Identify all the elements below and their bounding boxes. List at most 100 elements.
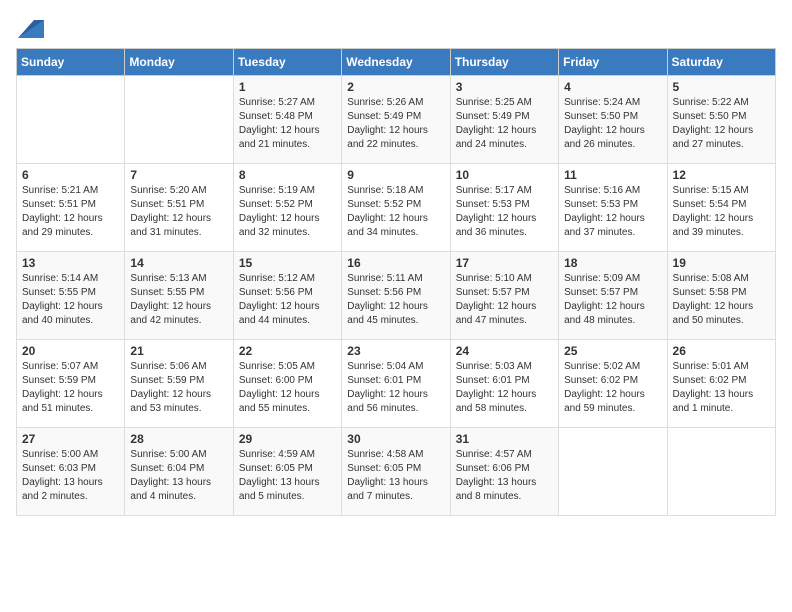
- calendar-cell: [667, 428, 775, 516]
- column-header-friday: Friday: [559, 49, 667, 76]
- cell-content: Sunrise: 5:20 AMSunset: 5:51 PMDaylight:…: [130, 184, 227, 240]
- column-header-wednesday: Wednesday: [342, 49, 450, 76]
- day-number: 22: [239, 344, 336, 358]
- calendar-cell: 20Sunrise: 5:07 AMSunset: 5:59 PMDayligh…: [17, 340, 125, 428]
- calendar-cell: 1 Sunrise: 5:27 AMSunset: 5:48 PMDaylight…: [233, 76, 341, 164]
- day-number: 26: [673, 344, 770, 358]
- calendar-cell: 28 Sunrise: 5:00 AMSunset: 6:04 PMDayligh…: [125, 428, 233, 516]
- calendar-cell: 24 Sunrise: 5:03 AMSunset: 6:01 PMDayligh…: [450, 340, 558, 428]
- calendar-cell: 2Sunrise: 5:26 AMSunset: 5:49 PMDaylight…: [342, 76, 450, 164]
- calendar-week-1: 1 Sunrise: 5:27 AMSunset: 5:48 PMDaylight…: [17, 76, 776, 164]
- day-number: 5: [673, 80, 770, 94]
- calendar-cell: 17 Sunrise: 5:10 AMSunset: 5:57 PMDayligh…: [450, 252, 558, 340]
- cell-content: Sunrise: 5:18 AMSunset: 5:52 PMDaylight:…: [347, 184, 444, 240]
- day-number: 9: [347, 168, 444, 182]
- calendar-cell: [125, 76, 233, 164]
- calendar-cell: [17, 76, 125, 164]
- day-number: 18: [564, 256, 661, 270]
- calendar-cell: 29Sunrise: 4:59 AMSunset: 6:05 PMDayligh…: [233, 428, 341, 516]
- cell-content: Sunrise: 5:17 AMSunset: 5:53 PMDaylight:…: [456, 184, 553, 240]
- column-header-thursday: Thursday: [450, 49, 558, 76]
- calendar-cell: 10 Sunrise: 5:17 AMSunset: 5:53 PMDayligh…: [450, 164, 558, 252]
- cell-content: Sunrise: 5:06 AMSunset: 5:59 PMDaylight:…: [130, 360, 227, 416]
- cell-content: Sunrise: 5:03 AMSunset: 6:01 PMDaylight:…: [456, 360, 553, 416]
- calendar-cell: 27Sunrise: 5:00 AMSunset: 6:03 PMDayligh…: [17, 428, 125, 516]
- day-number: 3: [456, 80, 553, 94]
- cell-content: Sunrise: 5:10 AMSunset: 5:57 PMDaylight:…: [456, 272, 553, 328]
- cell-content: Sunrise: 5:21 AMSunset: 5:51 PMDaylight:…: [22, 184, 119, 240]
- day-number: 14: [130, 256, 227, 270]
- header: [16, 16, 776, 40]
- column-header-monday: Monday: [125, 49, 233, 76]
- calendar-week-4: 20Sunrise: 5:07 AMSunset: 5:59 PMDayligh…: [17, 340, 776, 428]
- calendar-cell: 21 Sunrise: 5:06 AMSunset: 5:59 PMDayligh…: [125, 340, 233, 428]
- day-number: 11: [564, 168, 661, 182]
- day-number: 17: [456, 256, 553, 270]
- column-header-sunday: Sunday: [17, 49, 125, 76]
- cell-content: Sunrise: 5:00 AMSunset: 6:04 PMDaylight:…: [130, 448, 227, 504]
- calendar-cell: 19 Sunrise: 5:08 AMSunset: 5:58 PMDayligh…: [667, 252, 775, 340]
- column-header-saturday: Saturday: [667, 49, 775, 76]
- calendar-table: SundayMondayTuesdayWednesdayThursdayFrid…: [16, 48, 776, 516]
- calendar-cell: 30 Sunrise: 4:58 AMSunset: 6:05 PMDayligh…: [342, 428, 450, 516]
- day-number: 21: [130, 344, 227, 358]
- column-header-tuesday: Tuesday: [233, 49, 341, 76]
- day-number: 8: [239, 168, 336, 182]
- cell-content: Sunrise: 5:02 AMSunset: 6:02 PMDaylight:…: [564, 360, 661, 416]
- calendar-cell: 16 Sunrise: 5:11 AMSunset: 5:56 PMDayligh…: [342, 252, 450, 340]
- day-number: 28: [130, 432, 227, 446]
- calendar-cell: 13 Sunrise: 5:14 AMSunset: 5:55 PMDayligh…: [17, 252, 125, 340]
- calendar-cell: 11Sunrise: 5:16 AMSunset: 5:53 PMDayligh…: [559, 164, 667, 252]
- logo-icon: [16, 16, 46, 40]
- day-number: 19: [673, 256, 770, 270]
- day-number: 2: [347, 80, 444, 94]
- day-number: 13: [22, 256, 119, 270]
- day-number: 10: [456, 168, 553, 182]
- cell-content: Sunrise: 4:58 AMSunset: 6:05 PMDaylight:…: [347, 448, 444, 504]
- day-number: 31: [456, 432, 553, 446]
- calendar-cell: 9 Sunrise: 5:18 AMSunset: 5:52 PMDaylight…: [342, 164, 450, 252]
- cell-content: Sunrise: 5:24 AMSunset: 5:50 PMDaylight:…: [564, 96, 661, 152]
- calendar-cell: 8 Sunrise: 5:19 AMSunset: 5:52 PMDaylight…: [233, 164, 341, 252]
- day-number: 7: [130, 168, 227, 182]
- calendar-header: SundayMondayTuesdayWednesdayThursdayFrid…: [17, 49, 776, 76]
- calendar-week-5: 27Sunrise: 5:00 AMSunset: 6:03 PMDayligh…: [17, 428, 776, 516]
- cell-content: Sunrise: 4:59 AMSunset: 6:05 PMDaylight:…: [239, 448, 336, 504]
- calendar-cell: 15Sunrise: 5:12 AMSunset: 5:56 PMDayligh…: [233, 252, 341, 340]
- calendar-cell: 23Sunrise: 5:04 AMSunset: 6:01 PMDayligh…: [342, 340, 450, 428]
- calendar-cell: 3 Sunrise: 5:25 AMSunset: 5:49 PMDaylight…: [450, 76, 558, 164]
- day-number: 30: [347, 432, 444, 446]
- calendar-week-3: 13 Sunrise: 5:14 AMSunset: 5:55 PMDayligh…: [17, 252, 776, 340]
- cell-content: Sunrise: 5:27 AMSunset: 5:48 PMDaylight:…: [239, 96, 336, 152]
- cell-content: Sunrise: 5:14 AMSunset: 5:55 PMDaylight:…: [22, 272, 119, 328]
- cell-content: Sunrise: 5:19 AMSunset: 5:52 PMDaylight:…: [239, 184, 336, 240]
- calendar-cell: 25 Sunrise: 5:02 AMSunset: 6:02 PMDayligh…: [559, 340, 667, 428]
- day-number: 16: [347, 256, 444, 270]
- cell-content: Sunrise: 5:04 AMSunset: 6:01 PMDaylight:…: [347, 360, 444, 416]
- calendar-cell: 18Sunrise: 5:09 AMSunset: 5:57 PMDayligh…: [559, 252, 667, 340]
- cell-content: Sunrise: 5:12 AMSunset: 5:56 PMDaylight:…: [239, 272, 336, 328]
- cell-content: Sunrise: 5:05 AMSunset: 6:00 PMDaylight:…: [239, 360, 336, 416]
- day-number: 20: [22, 344, 119, 358]
- calendar-cell: [559, 428, 667, 516]
- day-number: 1: [239, 80, 336, 94]
- day-number: 12: [673, 168, 770, 182]
- cell-content: Sunrise: 4:57 AMSunset: 6:06 PMDaylight:…: [456, 448, 553, 504]
- calendar-body: 1 Sunrise: 5:27 AMSunset: 5:48 PMDaylight…: [17, 76, 776, 516]
- calendar-cell: 6 Sunrise: 5:21 AMSunset: 5:51 PMDaylight…: [17, 164, 125, 252]
- cell-content: Sunrise: 5:25 AMSunset: 5:49 PMDaylight:…: [456, 96, 553, 152]
- calendar-cell: 4 Sunrise: 5:24 AMSunset: 5:50 PMDaylight…: [559, 76, 667, 164]
- calendar-cell: 26Sunrise: 5:01 AMSunset: 6:02 PMDayligh…: [667, 340, 775, 428]
- day-number: 4: [564, 80, 661, 94]
- cell-content: Sunrise: 5:13 AMSunset: 5:55 PMDaylight:…: [130, 272, 227, 328]
- calendar-cell: 5Sunrise: 5:22 AMSunset: 5:50 PMDaylight…: [667, 76, 775, 164]
- day-number: 25: [564, 344, 661, 358]
- cell-content: Sunrise: 5:08 AMSunset: 5:58 PMDaylight:…: [673, 272, 770, 328]
- calendar-week-2: 6 Sunrise: 5:21 AMSunset: 5:51 PMDaylight…: [17, 164, 776, 252]
- cell-content: Sunrise: 5:11 AMSunset: 5:56 PMDaylight:…: [347, 272, 444, 328]
- calendar-cell: 7 Sunrise: 5:20 AMSunset: 5:51 PMDaylight…: [125, 164, 233, 252]
- calendar-cell: 31 Sunrise: 4:57 AMSunset: 6:06 PMDayligh…: [450, 428, 558, 516]
- cell-content: Sunrise: 5:15 AMSunset: 5:54 PMDaylight:…: [673, 184, 770, 240]
- day-number: 24: [456, 344, 553, 358]
- day-number: 6: [22, 168, 119, 182]
